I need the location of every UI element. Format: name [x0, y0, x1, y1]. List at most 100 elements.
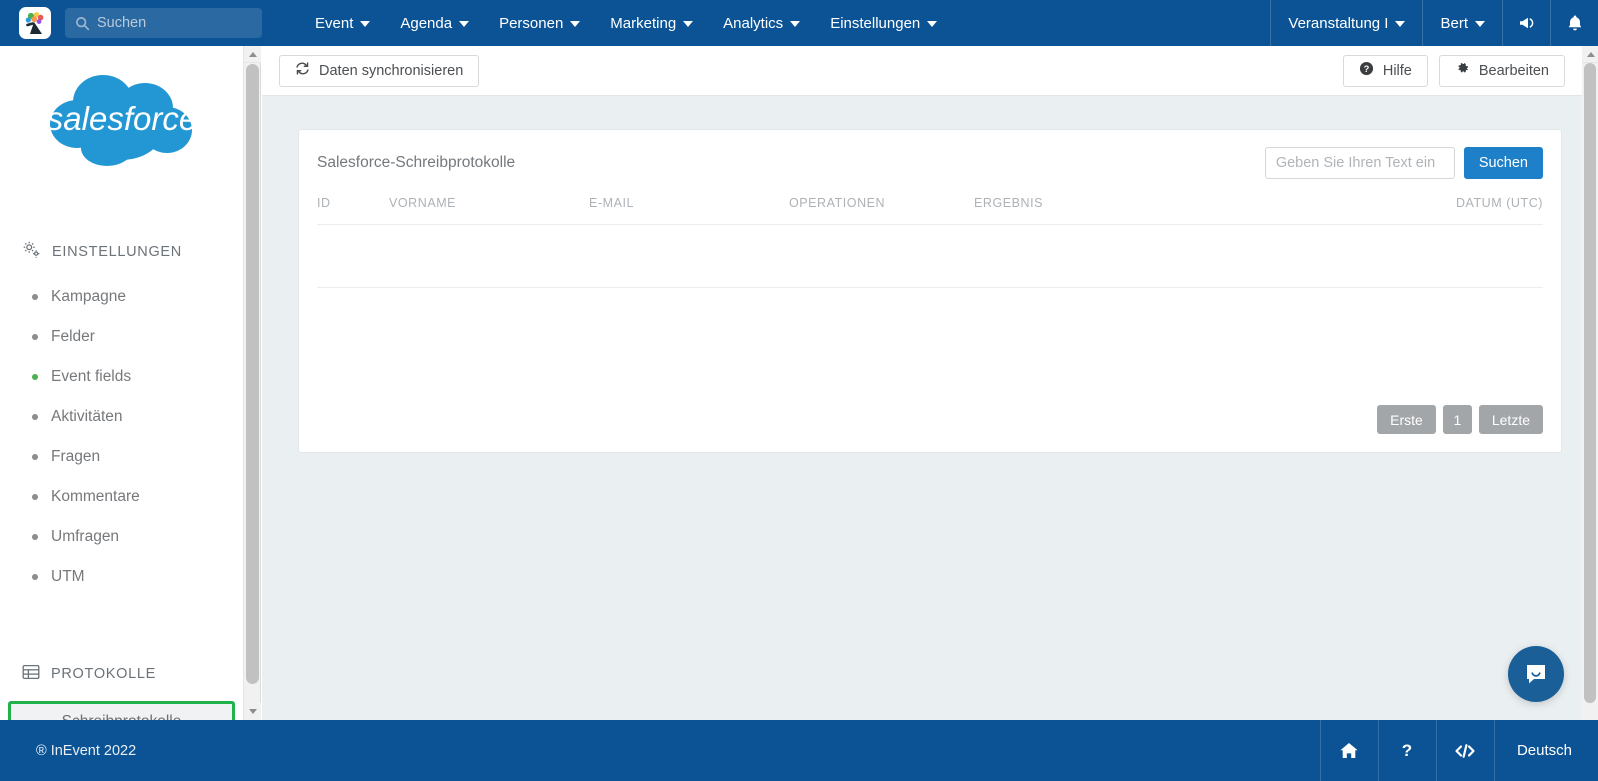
- pagination: Erste 1 Letzte: [1377, 405, 1543, 434]
- logs-table: ID VORNAME E-MAIL OPERATIONEN ERGEBNIS D…: [317, 196, 1543, 351]
- chevron-down-icon: [1475, 21, 1485, 27]
- nav-label: Marketing: [610, 14, 677, 32]
- language-selector[interactable]: Deutsch: [1493, 720, 1598, 781]
- pagination-last-button[interactable]: Letzte: [1478, 405, 1543, 434]
- bullet-icon: [32, 534, 38, 540]
- help-button[interactable]: ? Hilfe: [1342, 54, 1428, 87]
- chat-bubble-icon[interactable]: [1508, 646, 1564, 702]
- chevron-down-icon: [360, 21, 371, 27]
- scroll-up-icon[interactable]: [244, 46, 261, 63]
- sidebar-item-schreibprotokolle[interactable]: Schreibprotokolle: [8, 701, 235, 720]
- sidebar-item-felder[interactable]: Felder: [0, 317, 243, 357]
- user-menu-label: Bert: [1440, 14, 1468, 32]
- nav-label: Personen: [499, 14, 564, 32]
- sidebar-section-title: PROTOKOLLE: [51, 666, 157, 682]
- nav-label: Agenda: [400, 14, 453, 32]
- footer: ® InEvent 2022 ? Deutsch: [0, 720, 1598, 781]
- sidebar-scrollbar-thumb[interactable]: [246, 64, 259, 684]
- salesforce-wordmark: salesforce: [46, 100, 196, 137]
- megaphone-icon[interactable]: [1502, 0, 1550, 46]
- nav-item-agenda[interactable]: Agenda: [385, 0, 484, 46]
- primary-menu: Event Agenda Personen Marketing Analytic…: [300, 0, 952, 46]
- gear-icon: [1455, 61, 1470, 80]
- bell-icon[interactable]: [1550, 0, 1598, 46]
- logs-search-button[interactable]: Suchen: [1463, 147, 1543, 179]
- column-header-operationen: OPERATIONEN: [789, 196, 886, 210]
- nav-label: Analytics: [723, 14, 784, 32]
- main-scrollbar-thumb[interactable]: [1584, 63, 1596, 703]
- salesforce-logo: salesforce: [0, 68, 243, 178]
- home-icon[interactable]: [1319, 720, 1378, 781]
- sidebar-section-title: EINSTELLUNGEN: [52, 243, 182, 260]
- sidebar-item-label: Kommentare: [51, 488, 140, 505]
- sidebar-item-fragen[interactable]: Fragen: [0, 437, 243, 477]
- sidebar-section-protokolle: PROTOKOLLE: [22, 653, 243, 685]
- nav-item-einstellungen[interactable]: Einstellungen: [815, 0, 952, 46]
- code-icon[interactable]: [1435, 720, 1494, 781]
- question-mark-icon[interactable]: ?: [1377, 720, 1436, 781]
- sidebar-item-event-fields[interactable]: Event fields: [0, 357, 243, 397]
- column-header-datum: DATUM (UTC): [1455, 196, 1543, 210]
- sidebar-item-label: Event fields: [51, 368, 132, 385]
- scroll-down-icon[interactable]: [244, 703, 261, 720]
- sync-data-button[interactable]: Daten synchronisieren: [279, 54, 480, 87]
- pagination-first-button[interactable]: Erste: [1377, 405, 1436, 434]
- top-navigation-bar: Event Agenda Personen Marketing Analytic…: [0, 0, 1598, 46]
- column-header-email: E-MAIL: [589, 196, 634, 210]
- sync-icon: [295, 61, 310, 80]
- sidebar-item-kommentare[interactable]: Kommentare: [0, 477, 243, 517]
- logs-card-header: Salesforce-Schreibprotokolle Suchen: [299, 130, 1561, 196]
- sidebar-item-label: Umfragen: [51, 528, 120, 545]
- column-header-ergebnis: ERGEBNIS: [974, 196, 1043, 210]
- table-header-row: ID VORNAME E-MAIL OPERATIONEN ERGEBNIS D…: [317, 196, 1543, 225]
- sidebar-item-aktivitaeten[interactable]: Aktivitäten: [0, 397, 243, 437]
- nav-item-marketing[interactable]: Marketing: [595, 0, 708, 46]
- sidebar-item-kampagne[interactable]: Kampagne: [0, 277, 243, 317]
- edit-button[interactable]: Bearbeiten: [1438, 54, 1565, 87]
- svg-text:?: ?: [1363, 64, 1369, 74]
- bullet-icon: [32, 574, 38, 580]
- column-header-vorname: VORNAME: [389, 196, 457, 210]
- logs-search-group: Suchen: [1264, 147, 1543, 179]
- user-menu[interactable]: Bert: [1422, 0, 1502, 46]
- top-nav-right: Veranstaltung I Bert: [1270, 0, 1598, 46]
- bullet-icon: [32, 294, 38, 300]
- search-input[interactable]: [97, 15, 237, 31]
- global-search[interactable]: [65, 8, 262, 38]
- nav-item-analytics[interactable]: Analytics: [708, 0, 815, 46]
- scroll-up-icon[interactable]: [1582, 46, 1598, 63]
- sync-data-label: Daten synchronisieren: [319, 62, 464, 79]
- sidebar: salesforce EINSTELLUNGEN Kampagne Felder…: [0, 46, 244, 720]
- logs-search-input[interactable]: [1264, 147, 1455, 179]
- nav-item-personen[interactable]: Personen: [484, 0, 595, 46]
- content-toolbar: Daten synchronisieren ? Hilfe Bearbeiten: [262, 46, 1582, 96]
- nav-item-event[interactable]: Event: [300, 0, 385, 46]
- sidebar-item-label: UTM: [51, 568, 85, 585]
- sidebar-item-label: Schreibprotokolle: [62, 713, 182, 720]
- chevron-down-icon: [927, 21, 938, 27]
- svg-text:?: ?: [1402, 741, 1412, 760]
- copyright-text: ® InEvent 2022: [36, 742, 137, 759]
- nav-label: Einstellungen: [830, 14, 921, 32]
- main-scrollbar[interactable]: [1582, 46, 1598, 720]
- footer-actions: ? Deutsch: [1319, 720, 1598, 781]
- bullet-icon: [32, 494, 38, 500]
- sidebar-scrollbar[interactable]: [244, 46, 261, 720]
- table-row: [317, 224, 1543, 288]
- chevron-down-icon: [570, 21, 581, 27]
- table-icon: [22, 663, 40, 685]
- question-circle-icon: ?: [1359, 61, 1374, 80]
- sidebar-item-label: Fragen: [51, 448, 101, 465]
- bullet-icon: [32, 414, 38, 420]
- pagination-page-1[interactable]: 1: [1442, 405, 1472, 434]
- event-selector[interactable]: Veranstaltung I: [1270, 0, 1422, 46]
- bouquet-logo-icon[interactable]: [19, 7, 51, 39]
- logs-table-body: [317, 224, 1543, 351]
- logs-card-title: Salesforce-Schreibprotokolle: [317, 154, 516, 171]
- chevron-down-icon: [459, 21, 470, 27]
- sidebar-item-umfragen[interactable]: Umfragen: [0, 517, 243, 557]
- sidebar-item-utm[interactable]: UTM: [0, 557, 243, 597]
- nav-label: Event: [315, 14, 354, 32]
- gears-icon: [22, 240, 41, 263]
- toolbar-right-actions: ? Hilfe Bearbeiten: [1342, 54, 1565, 87]
